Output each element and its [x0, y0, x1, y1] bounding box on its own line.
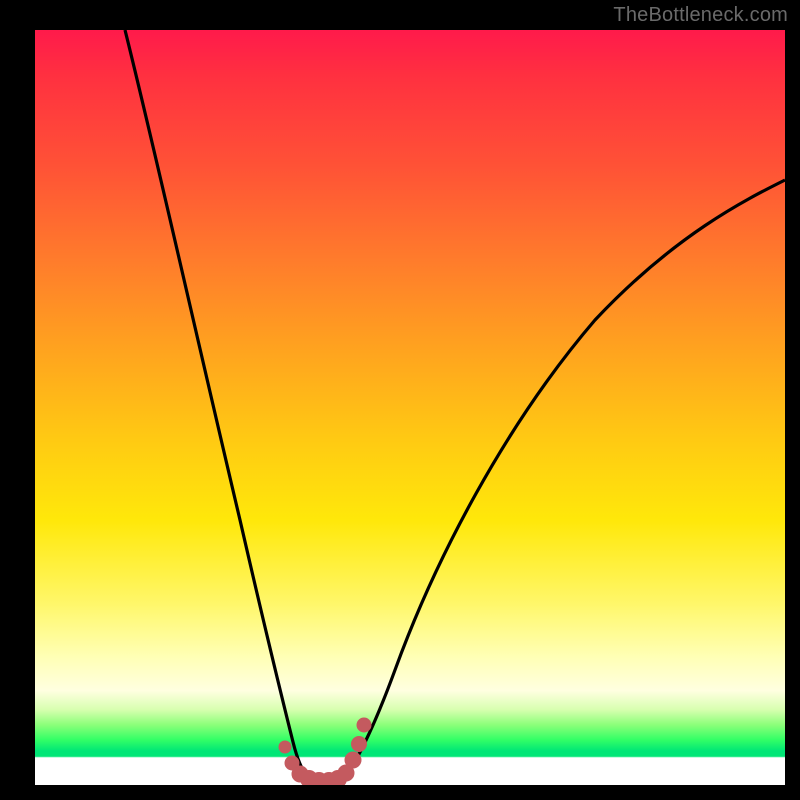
valley-markers — [279, 718, 371, 785]
watermark-text: TheBottleneck.com — [613, 4, 788, 27]
curve-left-branch — [125, 30, 308, 777]
bottleneck-curve — [35, 30, 785, 785]
plot-area — [35, 30, 785, 785]
curve-right-branch — [344, 180, 785, 777]
chart-frame: TheBottleneck.com — [0, 0, 800, 800]
